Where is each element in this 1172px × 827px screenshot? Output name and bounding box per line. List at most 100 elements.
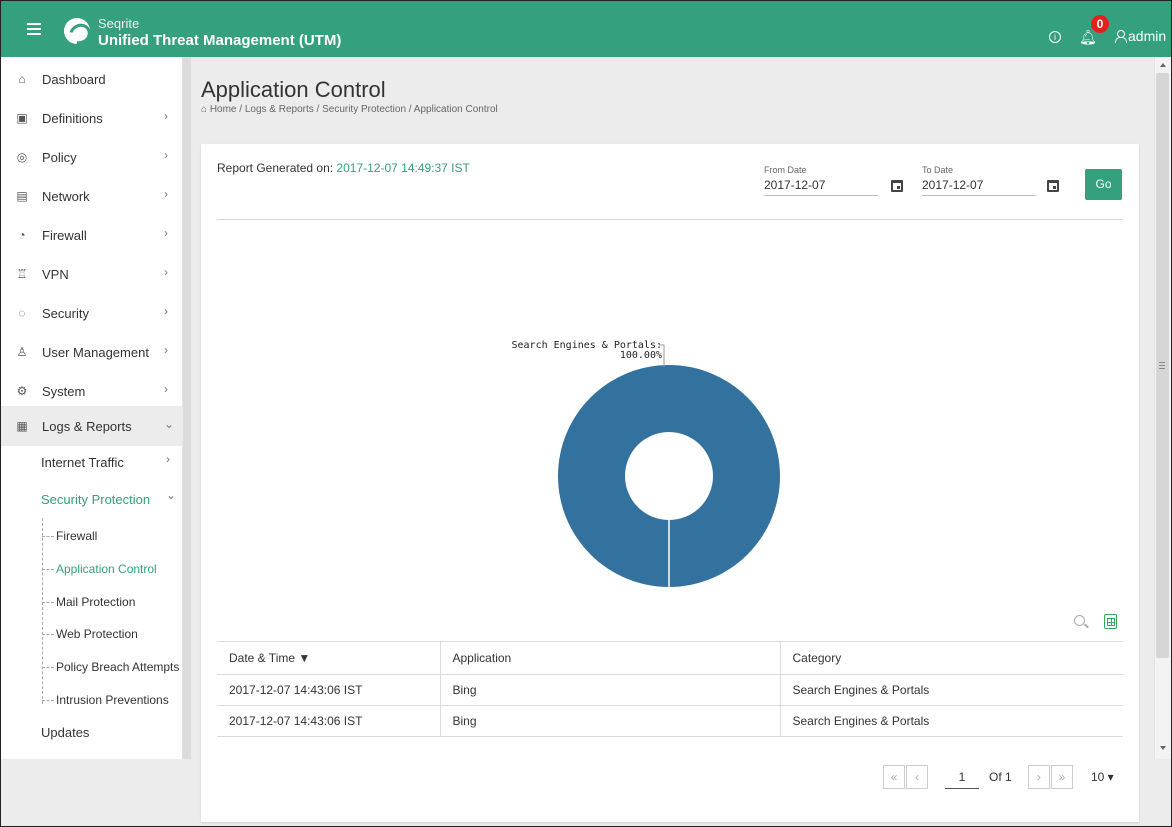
home-icon: ⌂: [18, 72, 26, 86]
product-title: Unified Threat Management (UTM): [98, 32, 342, 49]
sidebar-item-vpn[interactable]: ♖ VPN ›: [1, 254, 183, 293]
chevron-right-icon: ›: [164, 343, 168, 357]
sidebar-edge: [183, 57, 191, 759]
report-table: Date & Time ▼ Application Category 2017-…: [217, 641, 1123, 737]
chevron-down-icon: ⌄: [166, 488, 177, 502]
cell-application: Bing: [439, 705, 780, 737]
chevron-right-icon: ›: [164, 226, 168, 240]
sidebar-item-security[interactable]: ◌ Security ›: [1, 293, 183, 332]
sidebar-item-intrusion-preventions[interactable]: Intrusion Preventions: [42, 693, 169, 707]
document-icon: ▦: [16, 419, 28, 433]
sidebar-item-definitions[interactable]: ▣ Definitions ›: [1, 98, 183, 137]
slice-percent-label: 100.00%: [620, 350, 662, 361]
page-size-select[interactable]: 10 ▾: [1091, 770, 1114, 784]
last-page-button[interactable]: »: [1051, 765, 1073, 789]
table-row[interactable]: 2017-12-07 14:43:06 IST Bing Search Engi…: [217, 674, 1123, 706]
scroll-grip-icon: [1159, 362, 1165, 369]
calendar-icon[interactable]: [891, 180, 903, 192]
shield-icon: ◌: [18, 306, 26, 320]
chevron-right-icon: ›: [164, 382, 168, 396]
chevron-right-icon: ›: [166, 452, 170, 466]
chevron-right-icon: ›: [164, 265, 168, 279]
column-header-application[interactable]: Application: [439, 641, 780, 675]
sidebar-item-system[interactable]: ⚙ System ›: [1, 371, 183, 410]
brand-name: Seqrite: [98, 16, 140, 31]
sidebar-item-label: Definitions: [42, 111, 103, 126]
sidebar-item-label: Dashboard: [42, 72, 106, 87]
sidebar-item-network[interactable]: ▤ Network ›: [1, 176, 183, 215]
seqrite-logo-icon: [64, 18, 90, 44]
calendar-icon[interactable]: [1047, 180, 1059, 192]
sidebar-item-mail-protection[interactable]: Mail Protection: [42, 595, 135, 609]
sidebar-item-label: VPN: [42, 267, 69, 282]
page-title: Application Control: [201, 77, 386, 102]
info-icon[interactable]: i: [1049, 31, 1061, 43]
user-add-icon: ♙: [16, 345, 28, 359]
next-page-button[interactable]: ›: [1028, 765, 1050, 789]
sidebar-item-label: User Management: [42, 345, 149, 360]
definitions-icon: ▣: [16, 111, 28, 125]
sidebar-item-label: Security: [42, 306, 89, 321]
gear-icon: ⚙: [16, 384, 28, 398]
sidebar-item-logs-reports[interactable]: ▦ Logs & Reports ⌄: [1, 406, 183, 446]
cell-category: Search Engines & Portals: [779, 705, 1123, 737]
sidebar-item-user-management[interactable]: ♙ User Management ›: [1, 332, 183, 371]
report-generated-label: Report Generated on:: [217, 161, 337, 175]
sidebar-item-updates[interactable]: Updates: [41, 725, 89, 740]
sidebar-item-label: Policy: [42, 150, 77, 165]
sidebar-item-firewall[interactable]: ◔ Firewall ›: [1, 215, 183, 254]
excel-export-icon[interactable]: [1104, 614, 1117, 629]
to-date-input[interactable]: 2017-12-07: [922, 178, 1036, 196]
page-count: Of 1: [989, 770, 1012, 784]
first-page-button[interactable]: «: [883, 765, 905, 789]
app-frame: Seqrite Unified Threat Management (UTM) …: [0, 0, 1172, 827]
chevron-right-icon: ›: [164, 109, 168, 123]
sidebar-item-web-protection[interactable]: Web Protection: [42, 627, 138, 641]
sidebar-item-policy[interactable]: ◎ Policy ›: [1, 137, 183, 176]
from-date-label: From Date: [764, 165, 807, 175]
donut-chart: Search Engines & Portals:100.00%: [511, 340, 780, 587]
sidebar-item-label: Logs & Reports: [42, 419, 132, 434]
report-generated-value: 2017-12-07 14:49:37 IST: [336, 161, 470, 175]
chevron-down-icon: ⌄: [164, 417, 175, 431]
sidebar-item-dashboard[interactable]: ⌂ Dashboard: [1, 59, 183, 98]
page-number-input[interactable]: 1: [945, 765, 979, 789]
report-generated: Report Generated on: 2017-12-07 14:49:37…: [217, 161, 470, 175]
network-icon: ▤: [16, 189, 28, 203]
sidebar-item-internet-traffic[interactable]: Internet Traffic: [41, 455, 124, 470]
user-icon[interactable]: [1115, 30, 1127, 43]
cell-date-time: 2017-12-07 14:43:06 IST: [217, 705, 440, 737]
menu-icon[interactable]: [27, 23, 41, 35]
table-header-row: Date & Time ▼ Application Category: [217, 641, 1123, 675]
divider: [217, 219, 1123, 220]
prev-page-button[interactable]: ‹: [906, 765, 928, 789]
column-header-date-time[interactable]: Date & Time ▼: [217, 641, 440, 675]
column-header-category[interactable]: Category: [779, 641, 1123, 675]
to-date-label: To Date: [922, 165, 954, 175]
chevron-right-icon: ›: [164, 148, 168, 162]
sidebar-item-label: Network: [42, 189, 90, 204]
sidebar-item-firewall-report[interactable]: Firewall: [42, 529, 97, 543]
table-row[interactable]: 2017-12-07 14:43:06 IST Bing Search Engi…: [217, 705, 1123, 737]
go-button[interactable]: Go: [1085, 169, 1122, 200]
breadcrumb[interactable]: ⌂ Home / Logs & Reports / Security Prote…: [201, 104, 498, 115]
firewall-icon: ◔: [18, 228, 26, 242]
sidebar-item-application-control[interactable]: Application Control: [42, 562, 157, 576]
notification-badge[interactable]: 0: [1091, 15, 1109, 33]
sidebar-item-policy-breach-attempts[interactable]: Policy Breach Attempts: [42, 660, 179, 674]
tree-connector: [42, 518, 43, 704]
chevron-right-icon: ›: [164, 187, 168, 201]
sidebar-item-label: Firewall: [42, 228, 87, 243]
report-card: Report Generated on: 2017-12-07 14:49:37…: [201, 144, 1139, 822]
sidebar-item-label: System: [42, 384, 86, 399]
policy-icon: ◎: [16, 150, 28, 164]
vpn-icon: ♖: [16, 267, 28, 281]
search-icon[interactable]: [1074, 615, 1085, 626]
scroll-down-arrow-icon[interactable]: [1160, 746, 1166, 750]
from-date-input[interactable]: 2017-12-07: [764, 178, 878, 196]
sidebar-item-security-protection[interactable]: Security Protection: [41, 492, 150, 507]
cell-date-time: 2017-12-07 14:43:06 IST: [217, 674, 440, 706]
user-menu[interactable]: admin: [1128, 28, 1166, 44]
scroll-up-arrow-icon[interactable]: [1160, 63, 1166, 67]
top-bar: Seqrite Unified Threat Management (UTM) …: [1, 1, 1171, 57]
